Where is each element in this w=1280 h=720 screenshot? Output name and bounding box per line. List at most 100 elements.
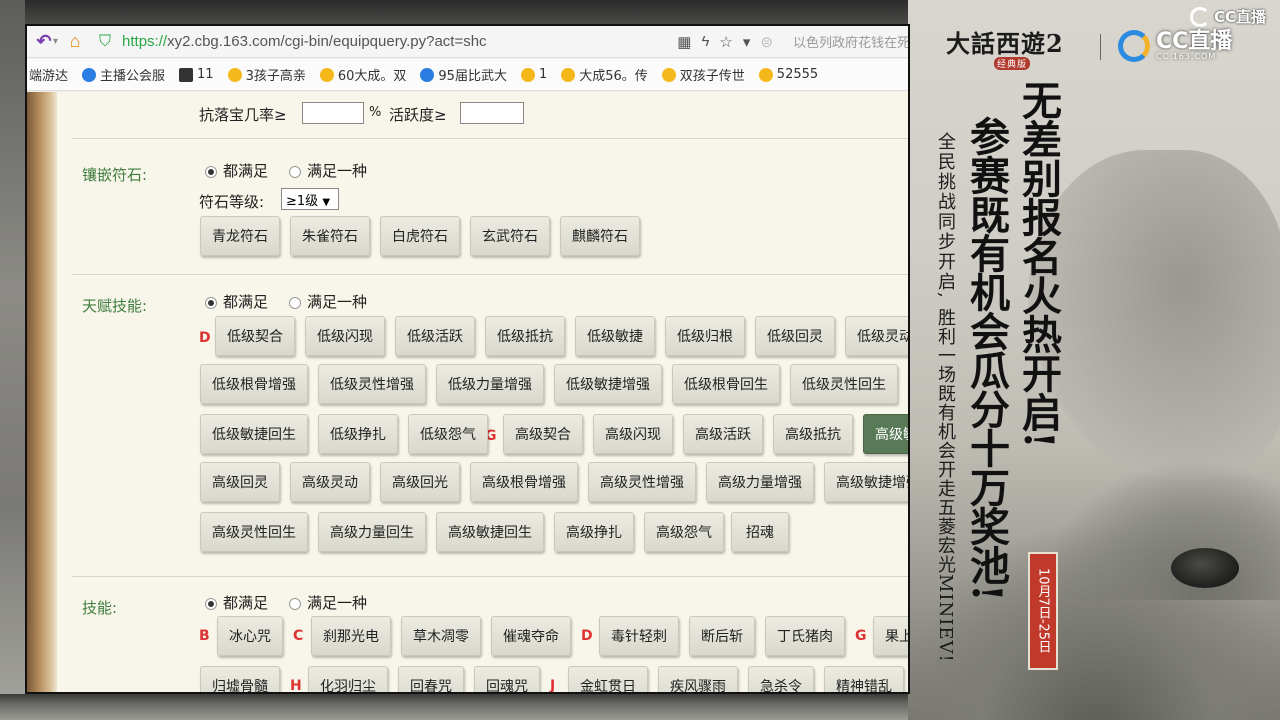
filter-option-button[interactable]: 高级怨气	[644, 512, 724, 552]
skill-all-option[interactable]: 都满足	[205, 592, 268, 613]
filter-option-button[interactable]: 精神错乱	[824, 666, 904, 692]
filter-option-button[interactable]: 低级契合	[215, 316, 295, 356]
filter-option-button[interactable]: 高级活跃	[683, 414, 763, 454]
filter-option-button[interactable]: 低	[908, 364, 910, 404]
filter-option-button[interactable]: 低级根骨增强	[200, 364, 308, 404]
rune-all-option[interactable]: 都满足	[205, 160, 268, 181]
filter-option-button[interactable]: 疾风骤雨	[658, 666, 738, 692]
filter-option-button[interactable]: 毒针轻刺	[599, 616, 679, 656]
group-letter: C	[293, 628, 304, 644]
filter-option-button[interactable]: 低级力量增强	[436, 364, 544, 404]
bookmark-item[interactable]: 双孩子传世	[661, 65, 745, 84]
search-engine-icon[interactable]: ⊜	[760, 33, 773, 51]
qr-code-icon[interactable]: ▦	[677, 33, 691, 51]
filter-option-button[interactable]: 朱雀符石	[290, 216, 370, 256]
filter-option-button[interactable]: 化羽归尘	[308, 666, 388, 692]
filter-option-button[interactable]: 高级敏捷	[863, 414, 908, 454]
talent-any-option[interactable]: 满足一种	[289, 291, 367, 312]
url-field[interactable]: https://xy2.cbg.163.com/cgi-bin/equipque…	[122, 33, 487, 50]
filter-option-button[interactable]: 高级灵性增强	[588, 462, 696, 502]
bookmark-item[interactable]: 52555	[758, 67, 818, 82]
filter-option-button[interactable]: 冰心咒	[217, 616, 283, 656]
vertical-note-1: 全民挑战同步开启,	[935, 132, 956, 300]
filter-option-button[interactable]: 低级灵动	[845, 316, 908, 356]
filter-option-button[interactable]: 低级挣扎	[318, 414, 398, 454]
rune-level-select[interactable]: ≥1级 ▼	[281, 188, 339, 210]
filter-option-button[interactable]: 低级灵性增强	[318, 364, 426, 404]
bookmark-item[interactable]: 大成56。传	[561, 65, 648, 84]
search-input[interactable]: 以色列政府花钱在死	[793, 32, 908, 51]
rune-any-option[interactable]: 满足一种	[289, 160, 367, 181]
filter-option-button[interactable]: 低级灵性回生	[790, 364, 898, 404]
filter-option-button[interactable]: 玄武符石	[470, 216, 550, 256]
filter-option-button[interactable]: 金虹贯日	[568, 666, 648, 692]
filter-option-button[interactable]: 低级怨气	[408, 414, 488, 454]
filter-option-button[interactable]: 归墟骨髓	[200, 666, 280, 692]
security-shield-icon[interactable]: ⛉	[92, 29, 118, 55]
anti-drop-label: 抗落宝几率≥	[199, 106, 287, 124]
activity-input[interactable]	[460, 102, 524, 124]
filter-option-button[interactable]: 招魂	[731, 512, 789, 552]
filter-option-button[interactable]: 青龙符石	[200, 216, 280, 256]
history-dropdown-icon[interactable]: ▾	[53, 36, 58, 47]
filter-option-button[interactable]: 低级根骨回生	[672, 364, 780, 404]
filter-option-button[interactable]: 高级契合	[503, 414, 583, 454]
star-icon	[661, 67, 676, 82]
bookmark-item[interactable]: 端游达	[29, 65, 68, 84]
bookmark-item[interactable]: 主播公会服	[82, 65, 165, 84]
filter-option-button[interactable]: 高级抵抗	[773, 414, 853, 454]
filter-option-button[interactable]: 低级活跃	[395, 316, 475, 356]
filter-option-button[interactable]: 高级力量增强	[706, 462, 814, 502]
filter-option-button[interactable]: 低级回灵	[755, 316, 835, 356]
filter-option-button[interactable]: 高级挣扎	[554, 512, 634, 552]
filter-option-button[interactable]: 高级回灵	[200, 462, 280, 502]
bookmark-item[interactable]: 1	[520, 67, 547, 82]
bookmark-item[interactable]: 11	[179, 67, 214, 82]
talent-all-option[interactable]: 都满足	[205, 291, 268, 312]
filter-option-button[interactable]: 催魂夺命	[491, 616, 571, 656]
filter-option-button[interactable]: 麒麟符石	[560, 216, 640, 256]
radio-icon	[289, 296, 301, 309]
filter-option-button[interactable]: 高级回光	[380, 462, 460, 502]
stream-background-left	[0, 0, 25, 720]
filter-option-button[interactable]: 高级根骨增强	[470, 462, 578, 502]
lightning-icon[interactable]: ϟ	[701, 33, 709, 50]
filter-option-button[interactable]: 高级闪现	[593, 414, 673, 454]
home-icon[interactable]: ⌂	[62, 29, 88, 55]
slogan-line-2: 参赛既有机会瓜分十万奖池!	[963, 116, 1010, 601]
star-icon	[227, 67, 242, 82]
filter-option-button[interactable]: 刹那光电	[311, 616, 391, 656]
filter-option-button[interactable]: 果上随缘	[873, 616, 908, 656]
filter-option-button[interactable]: 丁氏猪肉	[765, 616, 845, 656]
filter-option-button[interactable]: 低级敏捷增强	[554, 364, 662, 404]
filter-option-button[interactable]: 低级闪现	[305, 316, 385, 356]
bookmark-label: 大成56。传	[579, 69, 648, 84]
vertical-note-2: 胜利一场既有机会开走五菱宏光MINIEV!	[935, 308, 956, 663]
filter-option-button[interactable]: 高级灵性回生	[200, 512, 308, 552]
bookmark-item[interactable]: 95届比武大	[420, 65, 507, 84]
cc-live-badge: CC直播	[1189, 6, 1266, 27]
bookmark-label: 端游达	[29, 69, 69, 84]
filter-option-button[interactable]: 断后斩	[689, 616, 755, 656]
talent-section-label: 天赋技能:	[82, 297, 148, 315]
star-icon[interactable]: ☆	[719, 33, 732, 51]
bookmark-item[interactable]: 3孩子高亲	[227, 65, 306, 84]
filter-option-button[interactable]: 低级敏捷	[575, 316, 655, 356]
filter-option-button[interactable]: 白虎符石	[380, 216, 460, 256]
filter-option-button[interactable]: 回春咒	[398, 666, 464, 692]
filter-option-button[interactable]: 低级抵抗	[485, 316, 565, 356]
filter-option-button[interactable]: 高级灵动	[290, 462, 370, 502]
bookmark-item[interactable]: 60大成。双	[319, 65, 406, 84]
filter-option-button[interactable]: 高级敏捷回生	[436, 512, 544, 552]
filter-option-button[interactable]: 草木凋零	[401, 616, 481, 656]
filter-option-button[interactable]: 急杀令	[748, 666, 814, 692]
dropdown-icon[interactable]: ▾	[743, 33, 751, 51]
filter-option-button[interactable]: 低级敏捷回生	[200, 414, 308, 454]
avatar-icon	[179, 67, 194, 82]
filter-option-button[interactable]: 回魂咒	[474, 666, 540, 692]
filter-option-button[interactable]: 高级敏捷增强	[824, 462, 908, 502]
skill-any-option[interactable]: 满足一种	[289, 592, 367, 613]
filter-option-button[interactable]: 低级归根	[665, 316, 745, 356]
anti-drop-input[interactable]	[302, 102, 364, 124]
filter-option-button[interactable]: 高级力量回生	[318, 512, 426, 552]
